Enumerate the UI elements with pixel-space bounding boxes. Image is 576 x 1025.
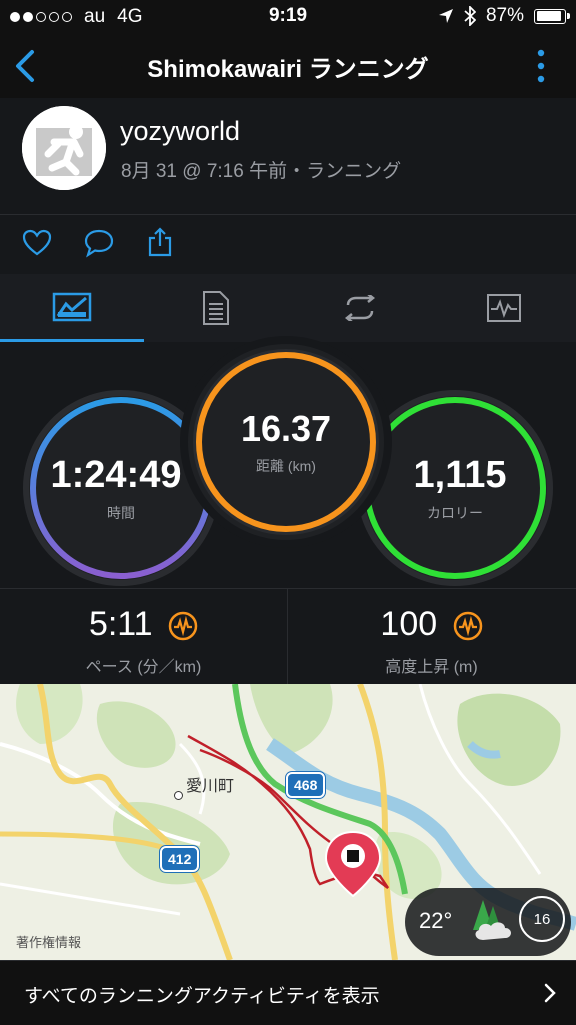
elevation-metric[interactable]: 100 高度上昇 (m)	[288, 589, 575, 685]
tab-details[interactable]	[144, 274, 288, 342]
pace-value-row: 5:11	[0, 605, 287, 644]
nav-title: Shimokawairi ランニング	[147, 56, 429, 83]
status-bar: au 4G 9:19 87%	[0, 0, 576, 34]
share-icon[interactable]	[146, 226, 174, 258]
heart-icon[interactable]	[22, 228, 52, 258]
weather-trees-cloud-icon	[473, 900, 511, 940]
location-icon	[438, 9, 453, 23]
route-map[interactable]: 愛川町 468 412 著作権情報 22° 16	[0, 684, 576, 960]
tab-summary[interactable]	[0, 274, 144, 342]
bluetooth-icon	[464, 6, 476, 26]
tab-charts[interactable]	[432, 274, 576, 342]
distance-ring: 16.37 距離 (km)	[188, 344, 384, 540]
battery-icon	[534, 8, 570, 24]
elevation-label: 高度上昇 (m)	[385, 659, 478, 676]
activity-subtitle: 8月 31 @ 7:16 午前・ランニング	[121, 161, 402, 182]
town-marker	[174, 791, 183, 800]
wind-gauge: 16	[519, 896, 565, 942]
route-412-shield: 412	[160, 846, 200, 872]
status-right: 87%	[438, 5, 570, 27]
view-all-activities-row[interactable]: すべてのランニングアクティビティを表示	[0, 960, 576, 1025]
pace-label: ペース (分／km)	[85, 659, 202, 676]
avatar[interactable]	[22, 106, 106, 190]
weather-badge: 22° 16	[405, 888, 571, 956]
username[interactable]: yozyworld	[120, 116, 240, 147]
comment-icon[interactable]	[83, 228, 115, 258]
activity-header: yozyworld 8月 31 @ 7:16 午前・ランニング	[0, 98, 576, 215]
more-options-icon[interactable]	[536, 48, 546, 84]
chart-icon	[487, 294, 521, 322]
town-label: 愛川町	[186, 778, 235, 795]
activity-tabs	[0, 274, 576, 343]
elevation-value-row: 100	[288, 605, 575, 644]
chart-badge-icon	[453, 611, 482, 641]
map-attribution[interactable]: 著作権情報	[16, 932, 81, 951]
nav-bar: Shimokawairi ランニング	[0, 34, 576, 99]
back-chevron-icon[interactable]	[10, 48, 42, 84]
chevron-right-icon	[544, 983, 556, 1003]
calories-ring: 1,115 カロリー	[357, 390, 553, 586]
battery-percent: 87%	[485, 5, 524, 26]
chart-badge-icon	[168, 611, 198, 641]
route-468-shield: 468	[286, 772, 326, 798]
summary-icon	[52, 292, 92, 321]
metrics-row: 5:11 ペース (分／km) 100 高度上昇 (m)	[0, 588, 576, 685]
elevation-value: 100	[380, 605, 438, 643]
pace-value: 5:11	[88, 605, 153, 643]
details-icon	[203, 291, 229, 325]
pace-metric[interactable]: 5:11 ペース (分／km)	[0, 589, 287, 685]
stats-panel: 1:24:49 時間 1,115 カロリー 16.37 距離 (km)	[0, 342, 576, 588]
social-actions	[0, 214, 576, 275]
temperature-value: 22°	[419, 908, 453, 933]
runner-icon	[22, 106, 106, 190]
distance-ring-arc	[193, 349, 379, 535]
calories-ring-arc	[364, 397, 546, 579]
laps-icon	[344, 295, 376, 321]
tab-laps[interactable]	[288, 274, 432, 342]
view-all-activities-label: すべてのランニングアクティビティを表示	[24, 986, 380, 1007]
